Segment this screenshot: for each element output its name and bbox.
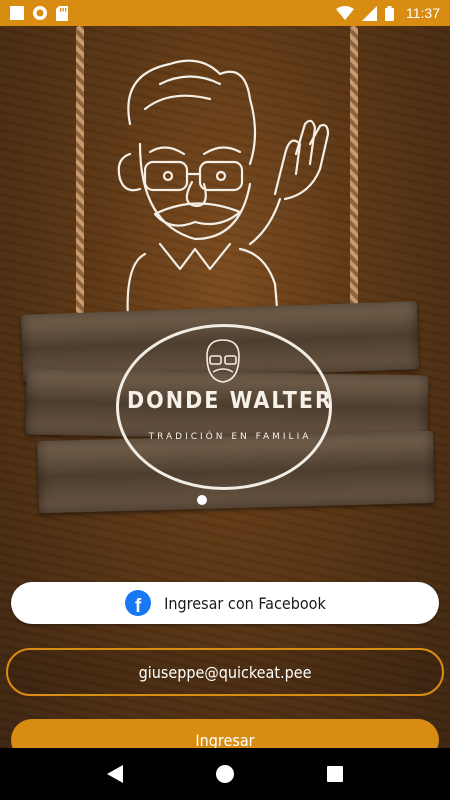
status-time: 11:37 <box>406 5 440 21</box>
home-icon <box>216 765 234 783</box>
logo-subtitle: TRADICIÓN EN FAMILIA <box>148 432 312 442</box>
signal-icon <box>362 5 377 21</box>
facebook-icon: f <box>125 590 151 616</box>
mascot-illustration <box>117 59 330 319</box>
back-button[interactable] <box>95 754 135 794</box>
wifi-icon <box>336 6 354 20</box>
status-bar-left <box>10 5 68 21</box>
navigation-bar <box>0 748 450 800</box>
facebook-login-label: Ingresar con Facebook <box>164 593 326 613</box>
mascot-face-logo <box>206 339 240 383</box>
carousel-indicator-dot[interactable] <box>197 495 207 505</box>
status-bar-right: 11:37 <box>336 5 440 21</box>
login-button[interactable]: Ingresar <box>11 719 439 748</box>
home-button[interactable] <box>205 754 245 794</box>
battery-icon <box>385 5 394 21</box>
sd-card-icon <box>56 5 68 21</box>
facebook-login-button[interactable]: f Ingresar con Facebook <box>11 582 439 624</box>
recents-button[interactable] <box>315 754 355 794</box>
recents-icon <box>327 766 343 782</box>
square-icon <box>10 6 24 20</box>
logo-title: DONDE WALTER <box>127 388 333 414</box>
login-button-label: Ingresar <box>195 730 255 749</box>
back-icon <box>107 765 123 783</box>
logo-sign: DONDE WALTER TRADICIÓN EN FAMILIA <box>20 286 440 526</box>
email-field[interactable] <box>6 648 444 696</box>
login-screen: DONDE WALTER TRADICIÓN EN FAMILIA f Ingr… <box>0 26 450 748</box>
record-icon <box>33 6 47 20</box>
status-bar: 11:37 <box>0 0 450 26</box>
